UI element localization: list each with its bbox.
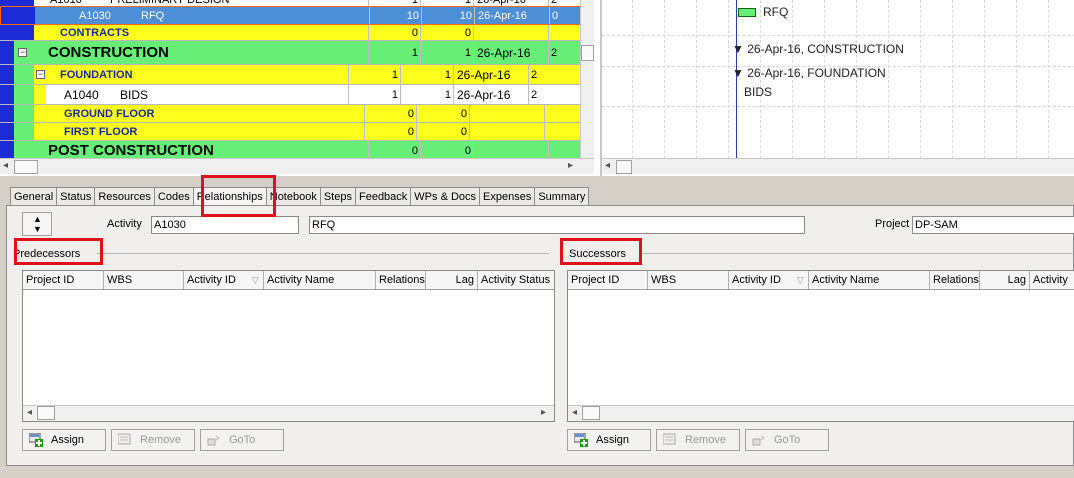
wbs-row-ground-floor[interactable]: GROUND FLOOR 0 0: [0, 105, 594, 123]
col-relations[interactable]: Relations: [930, 271, 980, 289]
scroll-right-icon[interactable]: ▸: [568, 160, 573, 171]
assign-icon: [28, 432, 43, 447]
gantt-label-rfq: RFQ: [763, 5, 789, 19]
wbs-row-first-floor[interactable]: FIRST FLOOR 0 0: [0, 123, 594, 141]
col-activity-name[interactable]: Activity Name: [809, 271, 930, 289]
tab-wps-docs[interactable]: WPs & Docs: [410, 187, 481, 206]
activity-name-cell: RFQ: [141, 7, 369, 24]
scroll-thumb[interactable]: [616, 160, 632, 174]
col-activity-name[interactable]: Activity Name: [264, 271, 376, 289]
scroll-thumb[interactable]: [582, 406, 600, 420]
scroll-left-icon[interactable]: ◂: [572, 407, 577, 418]
sort-icon: ▽: [251, 274, 259, 285]
col-wbs[interactable]: WBS: [104, 271, 184, 289]
gantt-horizontal-scrollbar[interactable]: ◂: [602, 158, 1074, 174]
assign-successor-button[interactable]: Assign: [567, 429, 651, 451]
scroll-left-icon[interactable]: ◂: [605, 160, 610, 171]
gantt-chart: RFQ ▼ 26-Apr-16, CONSTRUCTION ▼ 26-Apr-1…: [600, 0, 1074, 176]
col-lag[interactable]: Lag: [980, 271, 1030, 289]
activity-name-field[interactable]: RFQ: [309, 216, 805, 234]
detail-tabs: General Status Resources Codes Relations…: [10, 187, 590, 206]
activity-bar[interactable]: [738, 8, 756, 17]
wbs-name: CONTRACTS: [60, 26, 130, 39]
highlight-predecessors: [14, 238, 103, 265]
remove-successor-button[interactable]: Remove: [656, 429, 740, 451]
activity-id-cell: A1030: [49, 7, 141, 24]
scroll-left-icon[interactable]: ◂: [27, 407, 32, 418]
tab-summary[interactable]: Summary: [534, 187, 590, 206]
gantt-label-foundation: ▼ 26-Apr-16, FOUNDATION: [732, 66, 886, 80]
vertical-scrollbar[interactable]: [580, 0, 594, 158]
goto-successor-button[interactable]: GoTo: [745, 429, 829, 451]
highlight-relationships-tab: [201, 175, 276, 217]
wbs-name: FIRST FLOOR: [64, 125, 138, 138]
successors-grid: Project ID WBS Activity ID ▽ Activity Nam…: [567, 270, 1074, 422]
tab-resources[interactable]: Resources: [94, 187, 155, 206]
collapse-icon[interactable]: −: [36, 70, 45, 79]
gantt-label-construction: ▼ 26-Apr-16, CONSTRUCTION: [732, 42, 904, 56]
col-lag[interactable]: Lag: [426, 271, 478, 289]
tab-expenses[interactable]: Expenses: [479, 187, 536, 206]
col-activity-id[interactable]: Activity ID ▽: [729, 271, 809, 289]
col-activity[interactable]: Activity: [1030, 271, 1074, 289]
scroll-thumb[interactable]: [37, 406, 55, 420]
scroll-thumb[interactable]: [581, 45, 594, 61]
goto-icon: [752, 433, 766, 447]
activity-table: A1010 PRELIMINARY DESIGN 1 1 26-Apr-16 2…: [0, 0, 600, 176]
collapse-icon[interactable]: −: [18, 48, 27, 57]
remove-icon: [662, 433, 677, 447]
relationships-panel: ▲ ▼ Activity A1030 RFQ Project DP-SAM Pr…: [6, 205, 1074, 466]
activity-label: Activity: [107, 218, 142, 230]
horizontal-scrollbar[interactable]: ◂ ▸: [0, 158, 594, 174]
wbs-name: FOUNDATION: [60, 68, 133, 81]
scroll-right-icon[interactable]: ▸: [541, 407, 546, 418]
grid-header: Project ID WBS Activity ID ▽ Activity Nam…: [23, 271, 554, 290]
horizontal-scrollbar[interactable]: ◂ ▸: [23, 405, 554, 421]
tab-steps[interactable]: Steps: [319, 187, 356, 206]
goto-icon: [207, 433, 221, 447]
activity-id-cell: A1040: [64, 87, 99, 102]
predecessors-grid: Project ID WBS Activity ID ▽ Activity Nam…: [22, 270, 555, 422]
scroll-left-icon[interactable]: ◂: [3, 160, 8, 171]
col-activity-status[interactable]: Activity Status: [478, 271, 554, 289]
wbs-row-foundation[interactable]: − FOUNDATION 1 1 26-Apr-16 2: [0, 65, 594, 85]
table-row-selected[interactable]: A1030 RFQ 10 10 26-Apr-16 0: [0, 6, 594, 25]
activity-id-field[interactable]: A1030: [151, 216, 299, 234]
col-wbs[interactable]: WBS: [648, 271, 729, 289]
arrow-down-icon[interactable]: ▼: [33, 224, 42, 234]
horizontal-scrollbar[interactable]: ◂: [568, 405, 1074, 421]
assign-icon: [573, 432, 588, 447]
goto-predecessor-button[interactable]: GoTo: [200, 429, 284, 451]
activity-name-cell: BIDS: [120, 87, 149, 102]
col-project-id[interactable]: Project ID: [23, 271, 104, 289]
grid-header: Project ID WBS Activity ID ▽ Activity Nam…: [568, 271, 1074, 290]
tab-feedback[interactable]: Feedback: [354, 187, 412, 206]
scroll-thumb[interactable]: [14, 160, 38, 174]
assign-predecessor-button[interactable]: Assign: [22, 429, 106, 451]
wbs-row-contracts[interactable]: CONTRACTS 0 0: [0, 25, 594, 41]
col-project-id[interactable]: Project ID: [568, 271, 648, 289]
gantt-label-bids: BIDS: [744, 85, 773, 99]
highlight-successors: [560, 238, 642, 265]
remove-icon: [117, 433, 132, 447]
activity-navigator: ▲ ▼: [22, 212, 52, 236]
wbs-name: CONSTRUCTION: [48, 44, 169, 61]
col-relations[interactable]: Relations: [376, 271, 426, 289]
remove-predecessor-button[interactable]: Remove: [111, 429, 195, 451]
project-label: Project: [875, 218, 910, 230]
col-activity-id[interactable]: Activity ID ▽: [184, 271, 264, 289]
sort-icon: ▽: [796, 274, 804, 285]
project-id-field[interactable]: DP-SAM: [912, 216, 1074, 234]
wbs-row-construction[interactable]: − CONSTRUCTION 1 1 26-Apr-16 2: [0, 41, 594, 65]
wbs-name: GROUND FLOOR: [64, 107, 155, 120]
tab-general[interactable]: General: [10, 187, 58, 206]
tab-codes[interactable]: Codes: [153, 187, 194, 206]
arrow-up-icon[interactable]: ▲: [33, 214, 42, 224]
tab-status[interactable]: Status: [56, 187, 96, 206]
table-row[interactable]: A1040 BIDS 1 1 26-Apr-16 2: [0, 85, 594, 105]
